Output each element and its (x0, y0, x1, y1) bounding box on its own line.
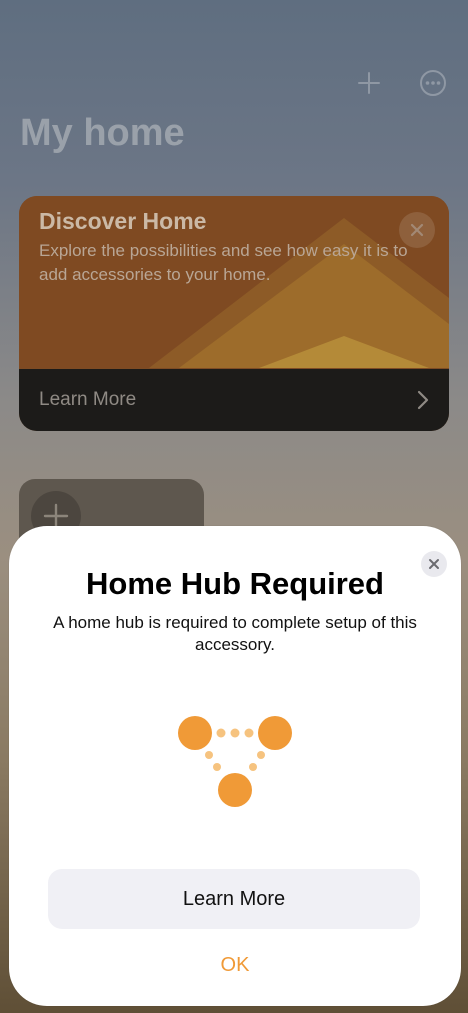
sheet-description: A home hub is required to complete setup… (53, 613, 417, 654)
home-hub-required-sheet: Home Hub Required A home hub is required… (9, 526, 461, 1006)
home-hub-icon (178, 716, 292, 807)
plus-icon (358, 72, 380, 94)
close-icon (410, 223, 424, 237)
chevron-right-icon (417, 390, 429, 410)
ellipsis-circle-icon (420, 70, 446, 96)
discover-close-button[interactable] (399, 212, 435, 248)
page-title: My home (20, 112, 185, 154)
discover-description: Explore the possibilities and see how ea… (39, 241, 408, 284)
ok-button[interactable]: OK (185, 948, 285, 982)
learn-more-button[interactable]: Learn More (48, 869, 420, 929)
discover-home-card[interactable]: Discover Home Explore the possibilities … (19, 196, 449, 431)
add-button[interactable] (352, 66, 386, 100)
more-button[interactable] (416, 66, 450, 100)
discover-learn-more-row[interactable]: Learn More (19, 369, 449, 431)
discover-learn-more-label: Learn More (39, 389, 137, 410)
header-actions (352, 66, 450, 100)
discover-title: Discover Home (39, 208, 207, 234)
sheet-title: Home Hub Required (86, 566, 384, 601)
